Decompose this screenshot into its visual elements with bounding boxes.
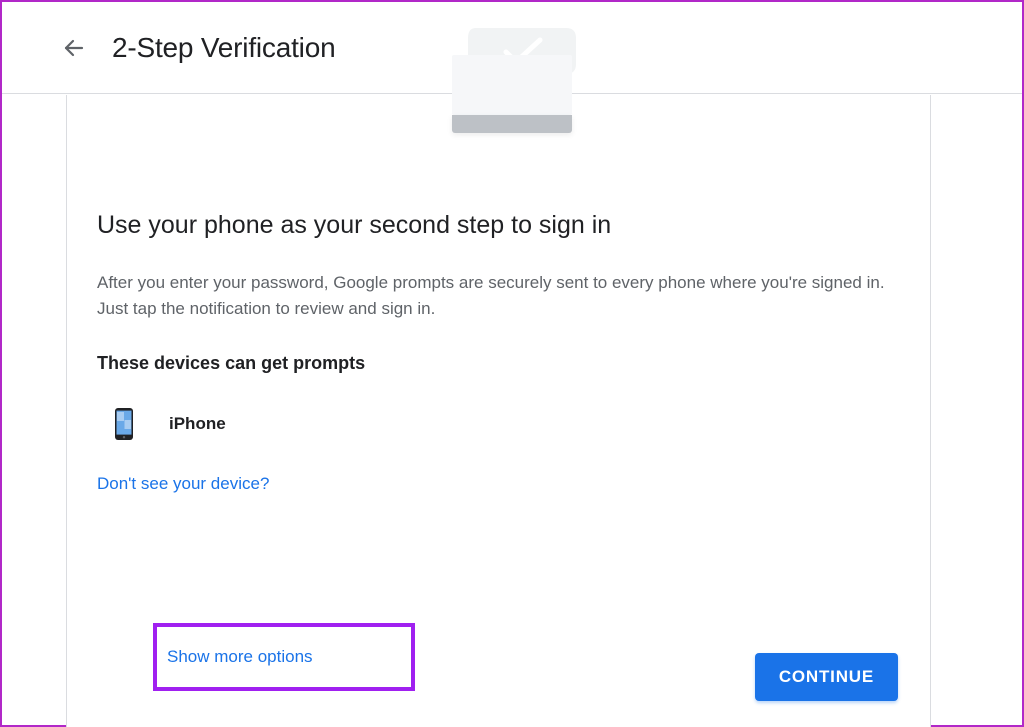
continue-button[interactable]: CONTINUE	[755, 653, 898, 701]
devices-section-label: These devices can get prompts	[97, 353, 900, 374]
back-arrow-icon[interactable]	[62, 36, 86, 60]
checkmark-bubble-icon	[464, 24, 580, 92]
device-row: iPhone	[97, 398, 900, 450]
phone-icon	[115, 408, 133, 440]
content-card: Use your phone as your second step to si…	[66, 95, 931, 727]
no-device-link[interactable]: Don't see your device?	[97, 474, 269, 494]
page-title: 2-Step Verification	[112, 32, 335, 64]
show-more-options-highlight: Show more options	[153, 623, 415, 691]
show-more-options-link[interactable]: Show more options	[167, 647, 313, 667]
device-name: iPhone	[169, 414, 226, 434]
description-text: After you enter your password, Google pr…	[97, 270, 887, 323]
main-heading: Use your phone as your second step to si…	[97, 211, 900, 240]
